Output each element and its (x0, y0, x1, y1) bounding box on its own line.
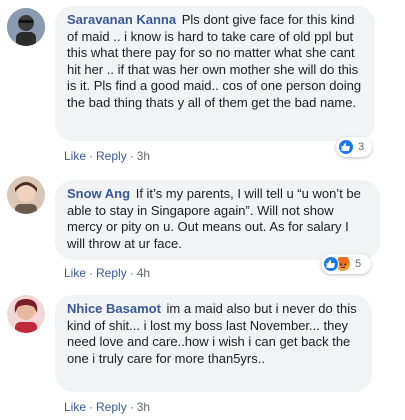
like-button[interactable]: Like (64, 149, 86, 163)
reaction-count: 5 (355, 258, 362, 270)
avatar-image (7, 176, 45, 214)
comment-actions: Like · Reply · 3h (64, 400, 150, 414)
reaction-summary[interactable]: 5 (321, 254, 371, 274)
avatar[interactable] (7, 295, 45, 333)
comment-author[interactable]: Nhice Basamot (67, 301, 161, 316)
comment-bubble: Snow Ang If it’s my parents, I will tell… (55, 180, 380, 260)
separator: · (89, 149, 94, 163)
comment-actions: Like · Reply · 3h (64, 149, 150, 163)
avatar-image (7, 8, 45, 46)
separator: · (129, 149, 134, 163)
like-icon (338, 139, 354, 155)
reply-button[interactable]: Reply (96, 400, 127, 414)
reaction-count: 3 (358, 141, 365, 153)
avatar[interactable] (7, 176, 45, 214)
comment-timestamp[interactable]: 3h (137, 149, 150, 163)
separator: · (89, 400, 94, 414)
like-button[interactable]: Like (64, 400, 86, 414)
comment-timestamp[interactable]: 3h (137, 400, 150, 414)
comment-actions: Like · Reply · 4h (64, 266, 150, 280)
separator: · (129, 400, 134, 414)
reply-button[interactable]: Reply (96, 266, 127, 280)
reply-button[interactable]: Reply (96, 149, 127, 163)
separator: · (129, 266, 134, 280)
separator: · (89, 266, 94, 280)
reaction-summary[interactable]: 3 (336, 137, 372, 157)
comment-author[interactable]: Snow Ang (67, 186, 130, 201)
like-button[interactable]: Like (64, 266, 86, 280)
avatar-image (7, 295, 45, 333)
like-icon (323, 256, 339, 272)
comment-author[interactable]: Saravanan Kanna (67, 12, 176, 27)
comment-bubble: Saravanan Kanna Pls dont give face for t… (55, 6, 375, 141)
comment-timestamp[interactable]: 4h (137, 266, 150, 280)
comment-bubble: Nhice Basamot im a maid also but i never… (55, 295, 372, 392)
avatar[interactable] (7, 8, 45, 46)
